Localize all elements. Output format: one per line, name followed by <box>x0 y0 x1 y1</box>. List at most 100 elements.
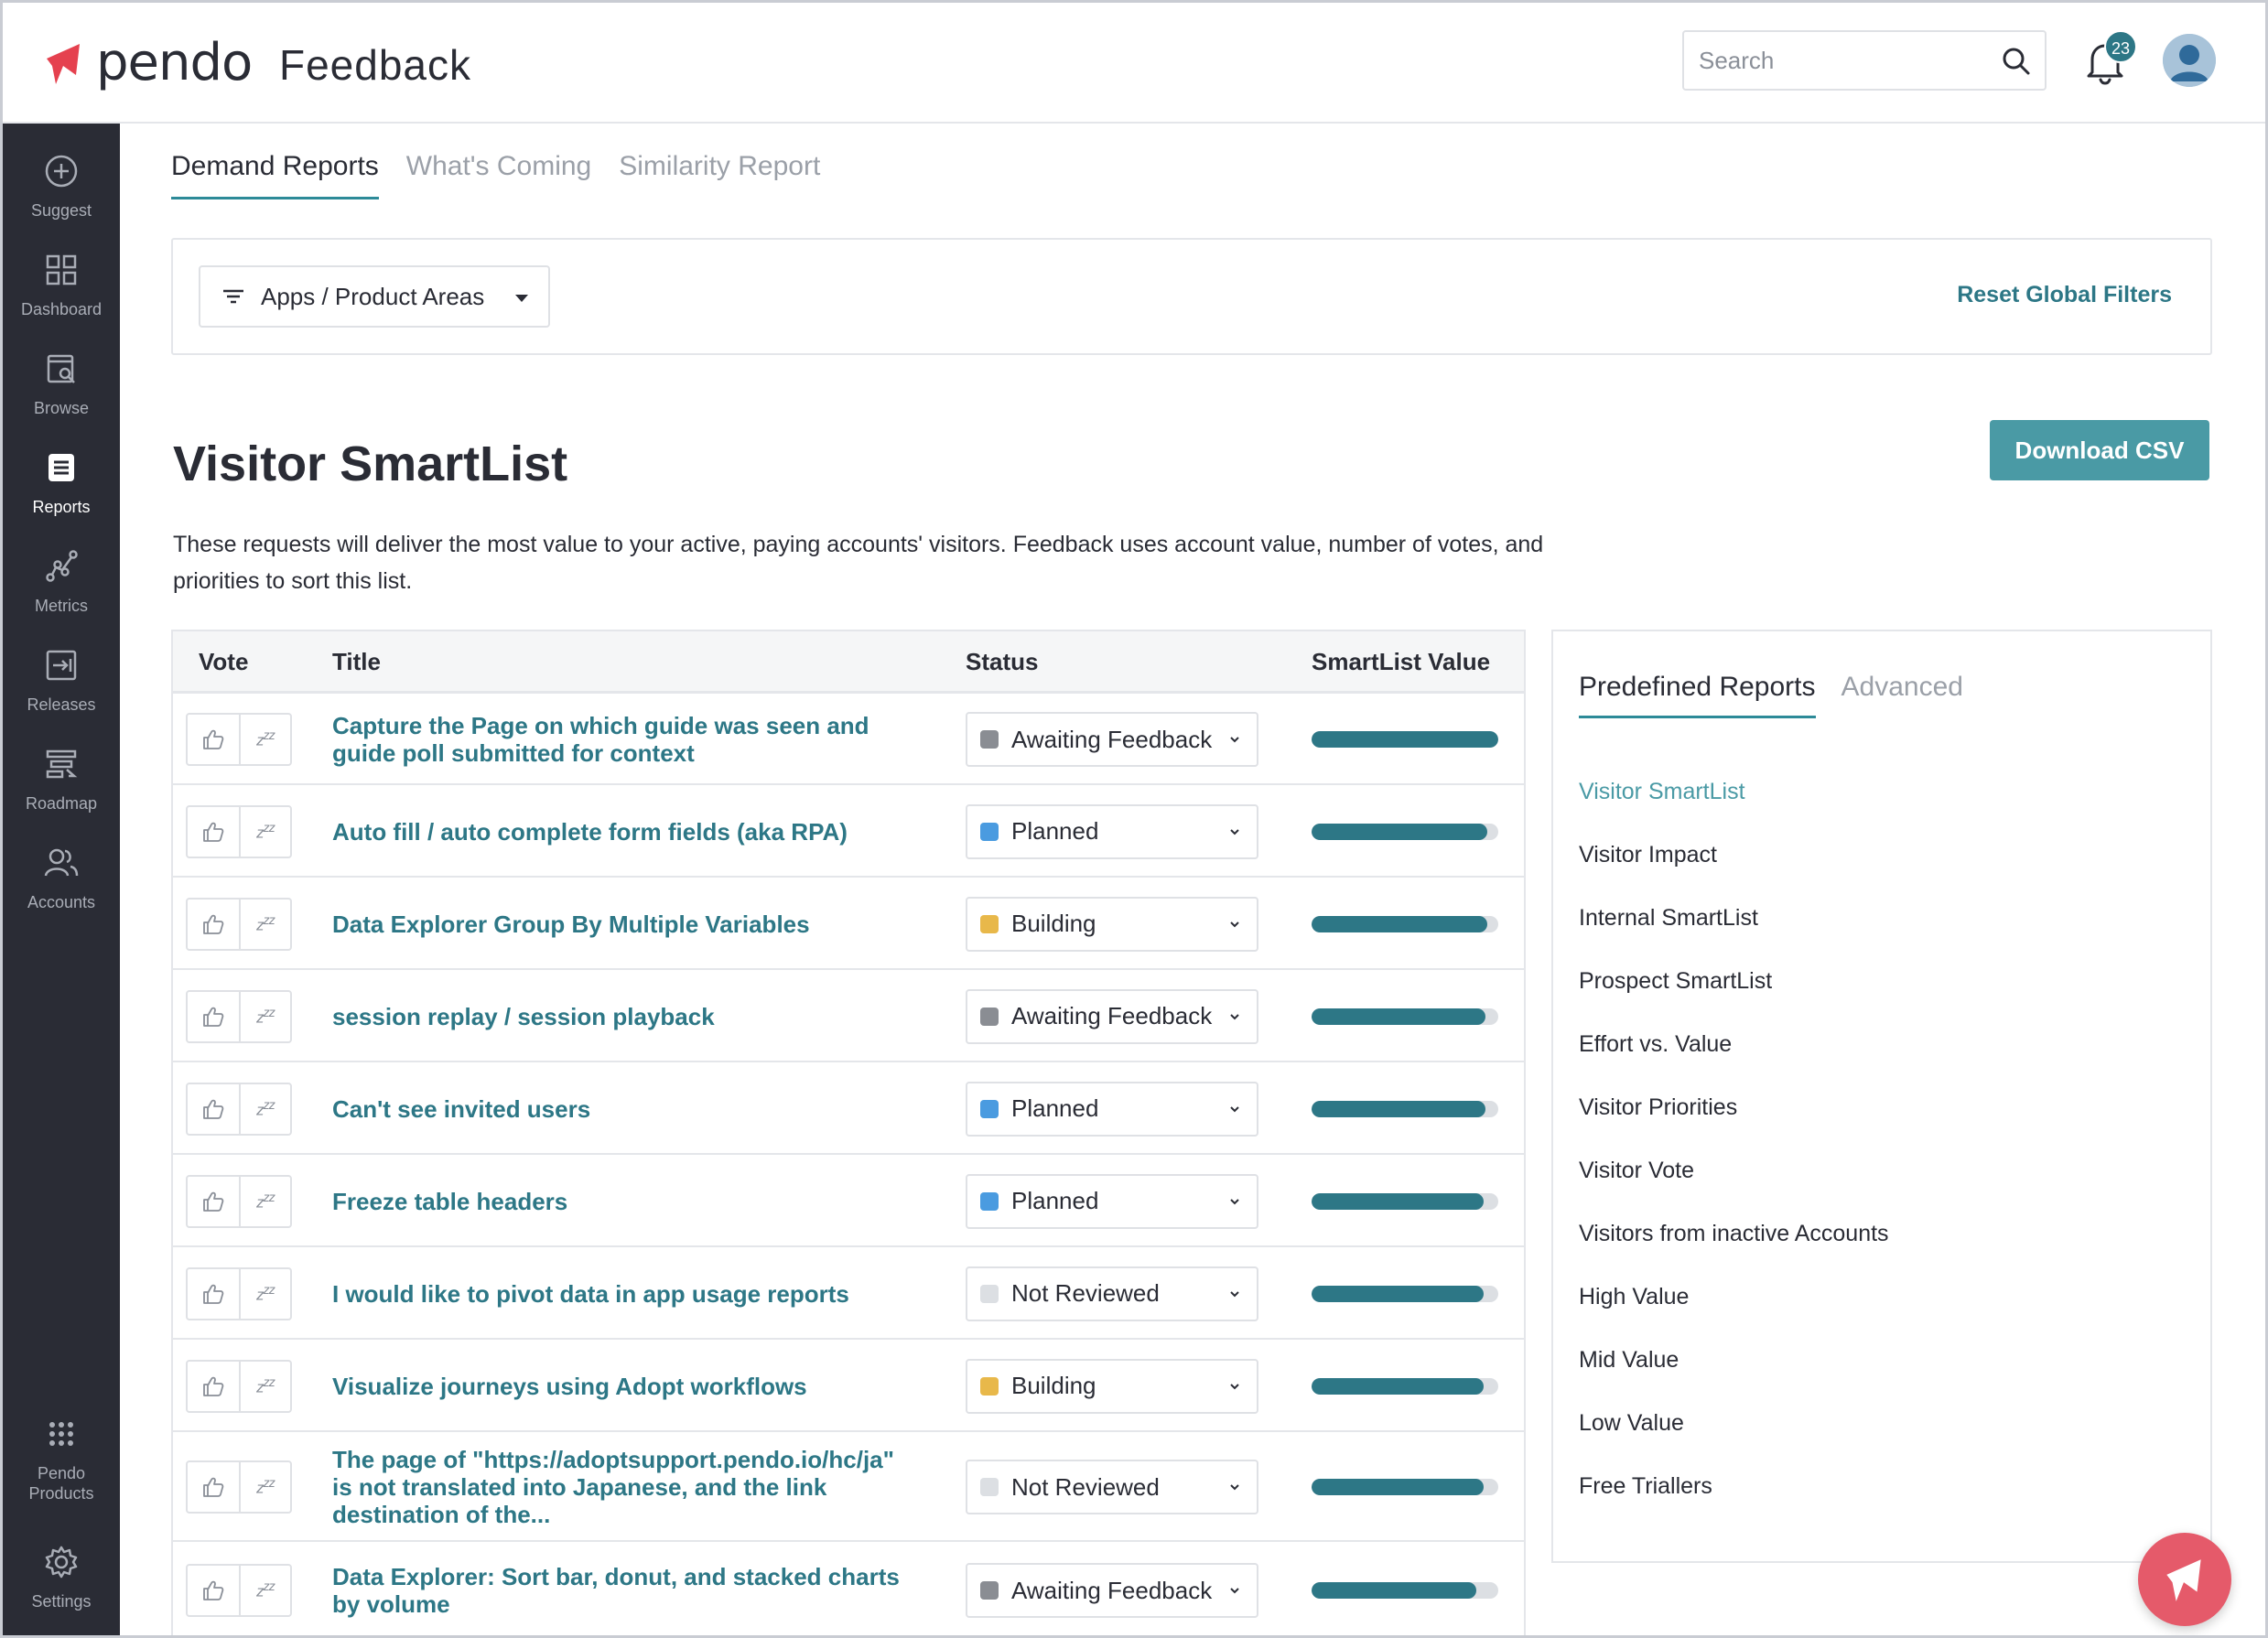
request-title-link[interactable]: Freeze table headers <box>332 1188 900 1215</box>
tab-advanced[interactable]: Advanced <box>1841 672 1963 718</box>
vote-controls: zzz <box>186 989 292 1043</box>
metrics-icon <box>46 550 78 582</box>
report-link[interactable]: Prospect SmartList <box>1579 967 1889 1030</box>
status-dropdown[interactable]: Awaiting Feedback <box>966 988 1258 1044</box>
status-dropdown[interactable]: Building <box>966 896 1258 952</box>
status-color-dot <box>980 1478 999 1496</box>
snooze-button[interactable]: zzz <box>239 715 290 764</box>
tab-predefined-reports[interactable]: Predefined Reports <box>1579 672 1816 718</box>
request-title-link[interactable]: Can't see invited users <box>332 1095 900 1123</box>
snooze-button[interactable]: zzz <box>239 1566 290 1615</box>
smartlist-value-bar <box>1312 1582 1498 1599</box>
tab-demand-reports[interactable]: Demand Reports <box>171 151 379 199</box>
reports-panel: Predefined Reports Advanced Visitor Smar… <box>1551 630 2212 1563</box>
sidebar-item-settings[interactable]: Settings <box>3 1544 120 1611</box>
table-row: zzz Can't see invited users Planned <box>173 1062 1524 1155</box>
sidebar-item-reports[interactable]: Reports <box>3 449 120 517</box>
chevron-down-icon <box>1230 1484 1239 1491</box>
avatar[interactable] <box>2163 34 2216 87</box>
upvote-button[interactable] <box>188 1084 239 1134</box>
request-title-link[interactable]: I would like to pivot data in app usage … <box>332 1280 900 1308</box>
report-link[interactable]: Visitor SmartList <box>1579 778 1889 841</box>
snooze-icon: zzz <box>256 1579 275 1600</box>
sidebar-item-metrics[interactable]: Metrics <box>3 548 120 616</box>
sidebar-item-suggest[interactable]: Suggest <box>3 153 120 221</box>
snooze-button[interactable]: zzz <box>239 1462 290 1512</box>
tab-similarity-report[interactable]: Similarity Report <box>619 151 820 199</box>
request-title-link[interactable]: Data Explorer Group By Multiple Variable… <box>332 911 900 938</box>
report-link[interactable]: Low Value <box>1579 1409 1889 1472</box>
status-color-dot <box>980 730 999 749</box>
column-header-title[interactable]: Title <box>332 648 381 676</box>
sidebar-label: Pendo Products <box>3 1463 120 1503</box>
snooze-icon: zzz <box>256 1282 275 1304</box>
upvote-button[interactable] <box>188 715 239 764</box>
sidebar-label: Roadmap <box>25 794 98 813</box>
status-dropdown[interactable]: Awaiting Feedback <box>966 1563 1258 1618</box>
status-label: Planned <box>1011 1187 1099 1214</box>
snooze-button[interactable]: zzz <box>239 1361 290 1411</box>
upvote-button[interactable] <box>188 1566 239 1615</box>
sidebar-label: Metrics <box>35 597 88 615</box>
request-title-link[interactable]: Auto fill / auto complete form fields (a… <box>332 818 900 846</box>
sidebar-item-pendo-products[interactable]: Pendo Products <box>3 1416 120 1503</box>
reset-global-filters-link[interactable]: Reset Global Filters <box>1957 282 2172 308</box>
report-link[interactable]: Visitor Priorities <box>1579 1094 1889 1157</box>
sidebar-item-roadmap[interactable]: Roadmap <box>3 746 120 814</box>
status-dropdown[interactable]: Planned <box>966 803 1258 859</box>
global-filters: Apps / Product Areas Reset Global Filter… <box>171 238 2212 355</box>
pendo-logo[interactable]: pendo <box>39 34 253 92</box>
column-header-smartlist-value[interactable]: SmartList Value <box>1312 648 1490 676</box>
request-title-link[interactable]: Data Explorer: Sort bar, donut, and stac… <box>332 1563 900 1618</box>
report-link[interactable]: Internal SmartList <box>1579 904 1889 967</box>
vote-controls: zzz <box>186 1564 292 1617</box>
snooze-button[interactable]: zzz <box>239 1083 290 1134</box>
upvote-button[interactable] <box>188 807 239 857</box>
snooze-button[interactable]: zzz <box>239 806 290 857</box>
sidebar-item-accounts[interactable]: Accounts <box>3 845 120 912</box>
status-dropdown[interactable]: Planned <box>966 1081 1258 1137</box>
request-title-link[interactable]: session replay / session playback <box>332 1003 900 1030</box>
report-link[interactable]: Visitor Vote <box>1579 1157 1889 1220</box>
request-title-link[interactable]: The page of "https://adoptsupport.pendo.… <box>332 1446 900 1528</box>
snooze-button[interactable]: zzz <box>239 1176 290 1226</box>
upvote-button[interactable] <box>188 900 239 949</box>
status-label: Building <box>1011 1372 1096 1399</box>
tab-whats-coming[interactable]: What's Coming <box>406 151 591 199</box>
upvote-button[interactable] <box>188 1269 239 1319</box>
status-dropdown[interactable]: Awaiting Feedback <box>966 712 1258 767</box>
vote-controls: zzz <box>186 1359 292 1413</box>
snooze-button[interactable]: zzz <box>239 1268 290 1319</box>
upvote-button[interactable] <box>188 1462 239 1512</box>
request-title-link[interactable]: Capture the Page on which guide was seen… <box>332 712 900 767</box>
request-title-link[interactable]: Visualize journeys using Adopt workflows <box>332 1373 900 1400</box>
sidebar-label: Settings <box>31 1592 92 1611</box>
report-link[interactable]: Effort vs. Value <box>1579 1030 1889 1094</box>
upvote-button[interactable] <box>188 1177 239 1226</box>
column-header-status[interactable]: Status <box>966 648 1038 676</box>
status-dropdown[interactable]: Not Reviewed <box>966 1460 1258 1514</box>
apps-product-areas-filter[interactable]: Apps / Product Areas <box>199 265 550 328</box>
report-link[interactable]: Mid Value <box>1579 1346 1889 1409</box>
status-dropdown[interactable]: Planned <box>966 1173 1258 1229</box>
status-dropdown[interactable]: Building <box>966 1358 1258 1414</box>
status-color-dot <box>980 914 999 933</box>
upvote-button[interactable] <box>188 992 239 1041</box>
snooze-button[interactable]: zzz <box>239 899 290 949</box>
resource-center-button[interactable] <box>2138 1533 2231 1626</box>
vote-controls: zzz <box>186 1266 292 1320</box>
download-csv-button[interactable]: Download CSV <box>1990 420 2209 480</box>
sidebar-item-browse[interactable]: Browse <box>3 350 120 418</box>
snooze-button[interactable]: zzz <box>239 991 290 1041</box>
report-link[interactable]: Free Triallers <box>1579 1472 1889 1536</box>
sidebar-label: Reports <box>32 498 91 516</box>
search-input[interactable] <box>1686 34 1979 87</box>
status-dropdown[interactable]: Not Reviewed <box>966 1266 1258 1321</box>
search-icon[interactable] <box>2001 46 2032 77</box>
report-link[interactable]: High Value <box>1579 1283 1889 1346</box>
report-link[interactable]: Visitor Impact <box>1579 841 1889 904</box>
upvote-button[interactable] <box>188 1362 239 1411</box>
sidebar-item-releases[interactable]: Releases <box>3 647 120 715</box>
report-link[interactable]: Visitors from inactive Accounts <box>1579 1220 1889 1283</box>
sidebar-item-dashboard[interactable]: Dashboard <box>3 252 120 319</box>
